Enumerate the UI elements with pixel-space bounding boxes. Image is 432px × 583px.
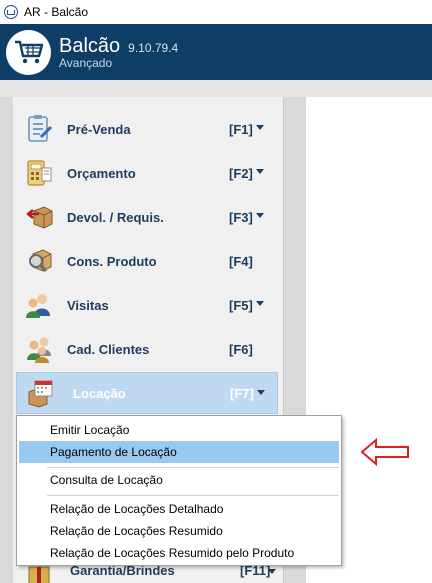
menu-item-relacao-resumido-produto[interactable]: Relação de Locações Resumido pelo Produt… (19, 542, 339, 564)
nav-item-shortcut: [F5] (229, 297, 253, 313)
menu-separator (47, 467, 339, 468)
menu-separator (47, 495, 339, 496)
nav-item-label: Devol. / Requis. (67, 209, 164, 225)
nav-item-cad-clientes[interactable]: Cad. Clientes [F6] (16, 328, 278, 370)
chevron-down-icon[interactable] (256, 301, 264, 306)
menu-item-relacao-detalhado[interactable]: Relação de Locações Detalhado (19, 498, 339, 520)
magnifier-box-icon (22, 244, 56, 278)
menu-item-relacao-resumido[interactable]: Relação de Locações Resumido (19, 520, 339, 542)
chevron-down-icon[interactable] (256, 169, 264, 174)
nav-item-label: Visitas (67, 297, 109, 313)
calculator-icon (22, 156, 56, 190)
menu-item-emitir-locacao[interactable]: Emitir Locação (19, 419, 339, 441)
nav-item-visitas[interactable]: Visitas [F5] (16, 284, 278, 326)
app-version: 9.10.79.4 (128, 40, 179, 55)
nav-item-shortcut: [F4] (229, 253, 253, 269)
arrow-left-icon (360, 437, 409, 467)
chevron-down-icon[interactable] (268, 569, 276, 574)
nav-item-label: Cons. Produto (67, 253, 157, 269)
nav-item-shortcut: [F6] (229, 341, 253, 357)
customers-icon (22, 332, 56, 366)
menu-item-pagamento-de-locacao[interactable]: Pagamento de Locação (19, 441, 339, 463)
header-text: Balcão 9.10.79.4 Avançado (59, 35, 178, 70)
nav-item-shortcut: [F3] (229, 209, 253, 225)
calendar-box-icon (23, 376, 57, 410)
nav-item-label: Locação (73, 385, 126, 401)
nav-item-label: Cad. Clientes (67, 341, 150, 357)
nav-item-orcamento[interactable]: Orçamento [F2] (16, 152, 278, 194)
return-box-icon (22, 200, 56, 234)
nav-item-shortcut: [F2] (229, 165, 253, 181)
chevron-down-icon[interactable] (256, 125, 264, 130)
nav-item-devol-requis[interactable]: Devol. / Requis. [F3] (16, 196, 278, 238)
toolbar-band (0, 80, 432, 97)
nav-item-locacao[interactable]: Locação [F7] (16, 372, 278, 414)
app-subtitle: Avançado (59, 55, 113, 70)
chevron-down-icon[interactable] (257, 390, 265, 395)
nav-item-label: Orçamento (67, 165, 136, 181)
nav-item-cons-produto[interactable]: Cons. Produto [F4] (16, 240, 278, 282)
window-titlebar: AR - Balcão (0, 0, 432, 24)
clipboard-icon (22, 112, 56, 146)
chevron-down-icon[interactable] (256, 213, 264, 218)
app-header: Balcão 9.10.79.4 Avançado (0, 24, 432, 80)
locacao-dropdown-menu: Emitir Locação Pagamento de Locação Cons… (16, 415, 342, 566)
nav-item-pre-venda[interactable]: Pré-Venda [F1] (16, 108, 278, 150)
app-title: Balcão (59, 34, 121, 57)
nav-item-shortcut: [F7] (230, 385, 254, 401)
window-title: AR - Balcão (24, 5, 89, 19)
nav-item-shortcut: [F1] (229, 121, 253, 137)
shopping-cart-logo-icon (6, 29, 51, 75)
app-icon (4, 5, 18, 19)
people-icon (22, 288, 56, 322)
nav-item-label: Pré-Venda (67, 121, 131, 137)
menu-item-consulta-de-locacao[interactable]: Consulta de Locação (19, 469, 339, 491)
